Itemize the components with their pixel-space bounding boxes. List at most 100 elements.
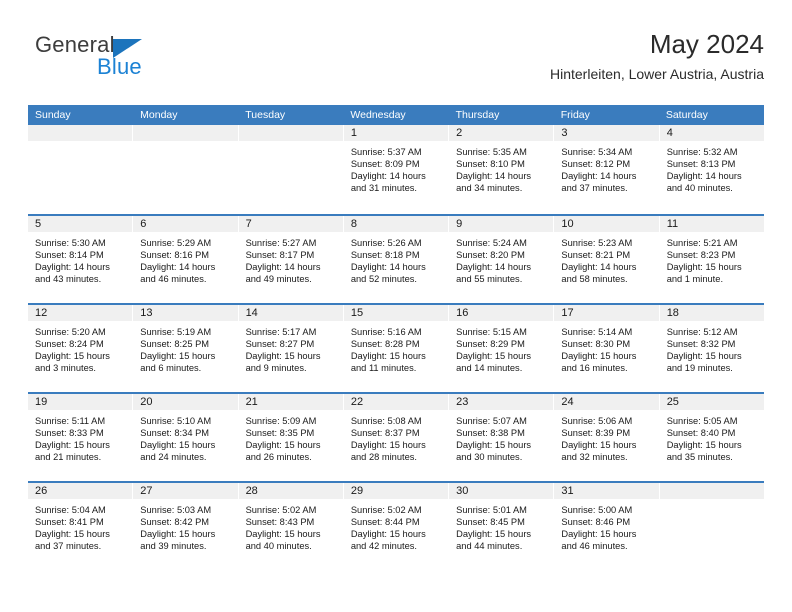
day-sun-info: Sunrise: 5:35 AM Sunset: 8:10 PM Daylight:… [449, 142, 553, 194]
calendar-day-cell[interactable]: 25 Sunrise: 5:05 AM Sunset: 8:40 PM Dayligh… [659, 394, 764, 481]
day-number-band: 22 [343, 394, 449, 411]
calendar-day-cell[interactable]: 14 Sunrise: 5:17 AM Sunset: 8:27 PM Dayligh… [238, 305, 344, 392]
calendar-day-cell[interactable]: 29 Sunrise: 5:02 AM Sunset: 8:44 PM Dayligh… [343, 483, 450, 570]
calendar-day-cell[interactable]: 3 Sunrise: 5:34 AM Sunset: 8:12 PM Daylight… [554, 125, 660, 214]
daylight-text-line2: and 44 minutes. [456, 541, 523, 552]
daylight-text-line1: Daylight: 15 hours [35, 351, 110, 362]
calendar-day-cell[interactable]: 31 Sunrise: 5:00 AM Sunset: 8:46 PM Dayligh… [554, 483, 660, 570]
daylight-text-line1: Daylight: 14 hours [35, 262, 110, 273]
weekday-header-friday: Friday [560, 109, 590, 121]
sunset-text: Sunset: 8:33 PM [35, 428, 104, 439]
calendar-day-cell[interactable]: 22 Sunrise: 5:08 AM Sunset: 8:37 PM Dayligh… [343, 394, 450, 481]
calendar-day-cell[interactable]: 30 Sunrise: 5:01 AM Sunset: 8:45 PM Dayligh… [449, 483, 555, 570]
day-sun-info: Sunrise: 5:27 AM Sunset: 8:17 PM Daylight:… [239, 233, 343, 285]
day-number: 20 [140, 396, 153, 408]
day-number-band: 11 [659, 216, 764, 233]
calendar-day-cell[interactable]: 19 Sunrise: 5:11 AM Sunset: 8:33 PM Dayligh… [28, 394, 134, 481]
day-sun-info: Sunrise: 5:24 AM Sunset: 8:20 PM Daylight:… [449, 233, 553, 285]
day-number-band: 30 [449, 483, 554, 500]
calendar-day-cell[interactable]: 24 Sunrise: 5:06 AM Sunset: 8:39 PM Dayligh… [554, 394, 660, 481]
calendar-day-cell[interactable]: 26 Sunrise: 5:04 AM Sunset: 8:41 PM Dayligh… [28, 483, 134, 570]
day-number: 21 [245, 396, 258, 408]
day-sun-info: Sunrise: 5:32 AM Sunset: 8:13 PM Daylight:… [660, 142, 764, 194]
day-sun-info: Sunrise: 5:10 AM Sunset: 8:34 PM Daylight:… [133, 411, 237, 463]
calendar-day-cell[interactable]: 23 Sunrise: 5:07 AM Sunset: 8:38 PM Dayligh… [449, 394, 555, 481]
daylight-text-line1: Daylight: 14 hours [245, 262, 321, 273]
general-blue-logo[interactable]: General Blue [35, 32, 235, 88]
calendar-day-cell[interactable]: 20 Sunrise: 5:10 AM Sunset: 8:34 PM Dayligh… [133, 394, 239, 481]
calendar-day-cell[interactable]: 10 Sunrise: 5:23 AM Sunset: 8:21 PM Dayligh… [554, 216, 660, 303]
calendar-day-cell[interactable]: 21 Sunrise: 5:09 AM Sunset: 8:35 PM Dayligh… [238, 394, 344, 481]
day-sun-info: Sunrise: 5:29 AM Sunset: 8:16 PM Daylight:… [133, 233, 237, 285]
daylight-text-line1: Daylight: 14 hours [456, 171, 532, 182]
sunset-text: Sunset: 8:12 PM [561, 159, 631, 170]
day-number: 5 [35, 218, 42, 230]
sunrise-text: Sunrise: 5:21 AM [666, 238, 738, 248]
calendar-day-cell[interactable]: 7 Sunrise: 5:27 AM Sunset: 8:17 PM Daylight… [238, 216, 344, 303]
day-sun-info: Sunrise: 5:08 AM Sunset: 8:37 PM Daylight:… [344, 411, 448, 463]
sunset-text: Sunset: 8:32 PM [666, 339, 736, 350]
calendar-body: 1 Sunrise: 5:37 AM Sunset: 8:09 PM Daylight… [28, 125, 764, 570]
calendar-day-cell[interactable]: 6 Sunrise: 5:29 AM Sunset: 8:16 PM Daylight… [133, 216, 239, 303]
day-sun-info: Sunrise: 5:00 AM Sunset: 8:46 PM Daylight:… [554, 500, 658, 552]
day-number-band: 1 [343, 125, 449, 142]
calendar-day-cell[interactable]: 1 Sunrise: 5:37 AM Sunset: 8:09 PM Daylight… [343, 125, 450, 214]
day-sun-info: Sunrise: 5:05 AM Sunset: 8:40 PM Daylight:… [660, 411, 764, 463]
sunset-text: Sunset: 8:24 PM [35, 339, 104, 350]
daylight-text-line2: and 9 minutes. [245, 363, 307, 374]
day-number: 7 [245, 218, 252, 230]
day-sun-info: Sunrise: 5:16 AM Sunset: 8:28 PM Daylight:… [344, 322, 448, 374]
calendar-day-cell[interactable]: 27 Sunrise: 5:03 AM Sunset: 8:42 PM Dayligh… [133, 483, 239, 570]
calendar-day-cell-empty [28, 125, 134, 214]
day-number: 6 [140, 218, 147, 230]
daylight-text-line1: Daylight: 15 hours [245, 440, 321, 451]
weekday-header-tuesday: Tuesday [245, 109, 286, 121]
daylight-text-line2: and 42 minutes. [350, 541, 417, 552]
sunrise-text: Sunrise: 5:10 AM [140, 416, 212, 426]
sunrise-text: Sunrise: 5:09 AM [245, 416, 317, 426]
calendar-day-cell[interactable]: 5 Sunrise: 5:30 AM Sunset: 8:14 PM Daylight… [28, 216, 134, 303]
calendar-page: General Blue May 2024 Hinterleiten, Lowe… [0, 0, 792, 612]
day-sun-info: Sunrise: 5:06 AM Sunset: 8:39 PM Daylight:… [554, 411, 658, 463]
daylight-text-line2: and 3 minutes. [35, 363, 96, 374]
daylight-text-line2: and 52 minutes. [350, 274, 417, 285]
sunrise-text: Sunrise: 5:08 AM [350, 416, 422, 426]
day-number-band: 16 [449, 305, 554, 322]
sunrise-text: Sunrise: 5:06 AM [561, 416, 633, 426]
calendar-day-cell[interactable]: 28 Sunrise: 5:02 AM Sunset: 8:43 PM Dayligh… [238, 483, 344, 570]
calendar-day-cell[interactable]: 18 Sunrise: 5:12 AM Sunset: 8:32 PM Dayligh… [659, 305, 764, 392]
calendar-day-cell[interactable]: 11 Sunrise: 5:21 AM Sunset: 8:23 PM Dayligh… [659, 216, 764, 303]
day-number: 16 [456, 307, 469, 319]
sunset-text: Sunset: 8:40 PM [666, 428, 736, 439]
sunrise-text: Sunrise: 5:26 AM [350, 238, 422, 248]
sunset-text: Sunset: 8:14 PM [35, 250, 104, 261]
sunrise-text: Sunrise: 5:02 AM [350, 505, 422, 515]
calendar-day-cell[interactable]: 9 Sunrise: 5:24 AM Sunset: 8:20 PM Daylight… [449, 216, 555, 303]
calendar-day-cell[interactable]: 17 Sunrise: 5:14 AM Sunset: 8:30 PM Dayligh… [554, 305, 660, 392]
calendar-day-cell[interactable]: 8 Sunrise: 5:26 AM Sunset: 8:18 PM Daylight… [343, 216, 450, 303]
day-sun-info: Sunrise: 5:03 AM Sunset: 8:42 PM Daylight:… [133, 500, 237, 552]
daylight-text-line1: Daylight: 15 hours [350, 351, 426, 362]
calendar-day-cell[interactable]: 12 Sunrise: 5:20 AM Sunset: 8:24 PM Dayligh… [28, 305, 134, 392]
daylight-text-line2: and 49 minutes. [245, 274, 312, 285]
calendar-day-cell[interactable]: 16 Sunrise: 5:15 AM Sunset: 8:29 PM Dayligh… [449, 305, 555, 392]
day-number-band: 19 [28, 394, 133, 411]
day-number: 19 [35, 396, 48, 408]
calendar-day-cell[interactable]: 4 Sunrise: 5:32 AM Sunset: 8:13 PM Daylight… [659, 125, 764, 214]
day-number: 25 [666, 396, 679, 408]
sunset-text: Sunset: 8:44 PM [350, 517, 420, 528]
daylight-text-line2: and 24 minutes. [140, 452, 207, 463]
daylight-text-line2: and 46 minutes. [561, 541, 628, 552]
day-number: 22 [350, 396, 364, 408]
daylight-text-line2: and 30 minutes. [456, 452, 523, 463]
calendar-day-cell[interactable]: 2 Sunrise: 5:35 AM Sunset: 8:10 PM Daylight… [449, 125, 555, 214]
sunset-text: Sunset: 8:23 PM [666, 250, 736, 261]
calendar-day-cell[interactable]: 13 Sunrise: 5:19 AM Sunset: 8:25 PM Dayligh… [133, 305, 239, 392]
sunrise-text: Sunrise: 5:07 AM [456, 416, 527, 426]
day-number: 24 [561, 396, 574, 408]
day-number-band: 17 [554, 305, 659, 322]
daylight-text-line1: Daylight: 15 hours [35, 440, 110, 451]
daylight-text-line2: and 32 minutes. [561, 452, 628, 463]
calendar-day-cell[interactable]: 15 Sunrise: 5:16 AM Sunset: 8:28 PM Dayligh… [343, 305, 450, 392]
daylight-text-line2: and 37 minutes. [35, 541, 102, 552]
